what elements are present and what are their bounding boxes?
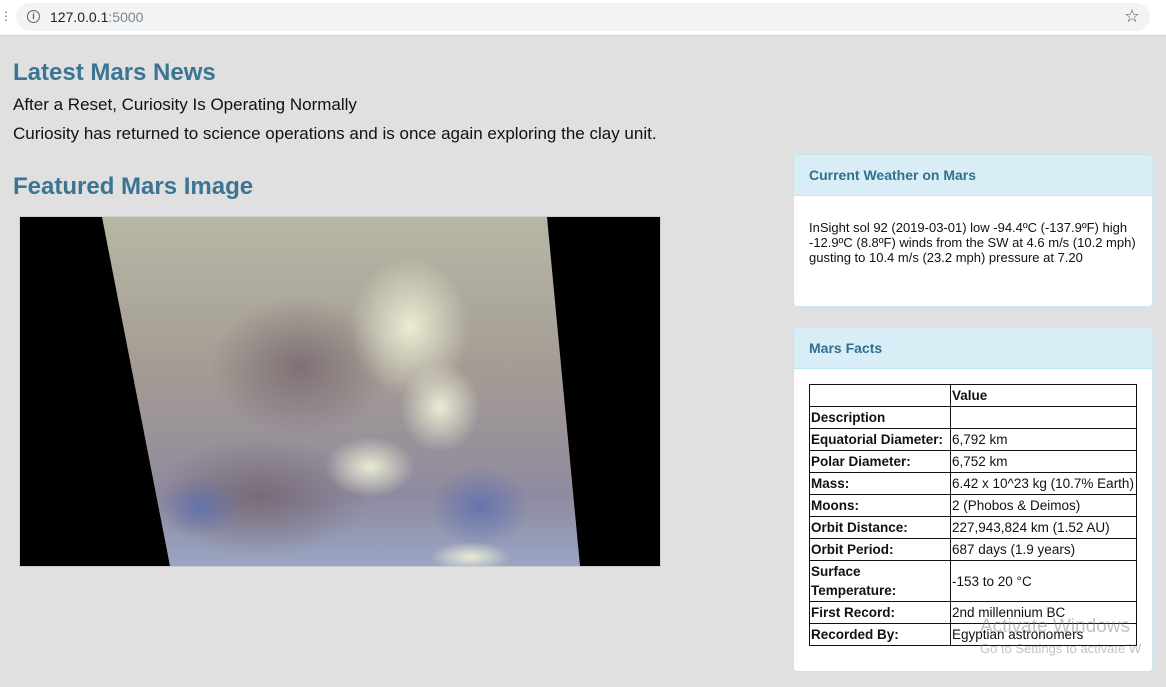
- table-row: Surface Temperature: -153 to 20 °C: [809, 560, 1137, 602]
- fact-value: 6,752 km: [950, 450, 1137, 473]
- table-row: Mass: 6.42 x 10^23 kg (10.7% Earth): [809, 472, 1137, 495]
- mars-facts-heading: Mars Facts: [794, 328, 1152, 369]
- info-icon[interactable]: i: [27, 10, 40, 23]
- weather-text: InSight sol 92 (2019-03-01) low -94.4ºC …: [809, 220, 1136, 265]
- table-row: Orbit Distance: 227,943,824 km (1.52 AU): [809, 516, 1137, 539]
- fact-label: Orbit Distance:: [809, 516, 951, 539]
- fact-label: Equatorial Diameter:: [809, 428, 951, 451]
- table-row: Polar Diameter: 6,752 km: [809, 450, 1137, 473]
- mars-terrain-image: [20, 217, 660, 566]
- fact-value: -153 to 20 °C: [950, 560, 1137, 602]
- mars-facts-table: Value Description Equatorial Diameter: 6,7…: [809, 384, 1137, 646]
- fact-label: Mass:: [809, 472, 951, 495]
- featured-mars-image[interactable]: [19, 216, 661, 567]
- weather-heading: Current Weather on Mars: [794, 155, 1152, 196]
- weather-panel: Current Weather on Mars InSight sol 92 (…: [793, 154, 1153, 307]
- url-port: :5000: [108, 9, 144, 25]
- table-header-value: Value: [950, 384, 1137, 407]
- table-header-row: Value: [809, 384, 1137, 407]
- activate-windows-subtitle: Go to Settings to activate W: [980, 641, 1142, 656]
- news-teaser: Curiosity has returned to science operat…: [13, 124, 657, 143]
- table-row: Equatorial Diameter: 6,792 km: [809, 428, 1137, 451]
- fact-value: 227,943,824 km (1.52 AU): [950, 516, 1137, 539]
- fact-label: Description: [809, 406, 951, 429]
- fact-value: 6.42 x 10^23 kg (10.7% Earth): [950, 472, 1137, 495]
- latest-news-heading: Latest Mars News: [13, 59, 216, 86]
- activate-windows-title: Activate Windows: [980, 616, 1130, 637]
- fact-label: Polar Diameter:: [809, 450, 951, 473]
- news-title: After a Reset, Curiosity Is Operating No…: [13, 95, 357, 114]
- menu-edge-icon[interactable]: ⋮: [0, 9, 12, 23]
- fact-value: 6,792 km: [950, 428, 1137, 451]
- table-row: Description: [809, 406, 1137, 429]
- fact-label: Recorded By:: [809, 623, 951, 646]
- browser-toolbar: ⋮ i 127.0.0.1:5000 ☆: [0, 0, 1166, 36]
- bookmark-star-icon[interactable]: ☆: [1124, 6, 1140, 27]
- url-text[interactable]: 127.0.0.1:5000: [50, 9, 143, 25]
- fact-label: Orbit Period:: [809, 538, 951, 561]
- table-header-empty: [809, 384, 951, 407]
- address-bar[interactable]: i 127.0.0.1:5000 ☆: [16, 3, 1150, 31]
- table-row: Moons: 2 (Phobos & Deimos): [809, 494, 1137, 517]
- url-host: 127.0.0.1: [50, 9, 109, 25]
- fact-label: Moons:: [809, 494, 951, 517]
- featured-image-heading: Featured Mars Image: [13, 173, 254, 200]
- fact-value: 687 days (1.9 years): [950, 538, 1137, 561]
- fact-value: 2 (Phobos & Deimos): [950, 494, 1137, 517]
- table-row: Orbit Period: 687 days (1.9 years): [809, 538, 1137, 561]
- fact-label: First Record:: [809, 601, 951, 624]
- fact-label: Surface Temperature:: [809, 560, 951, 602]
- fact-value: [950, 406, 1137, 429]
